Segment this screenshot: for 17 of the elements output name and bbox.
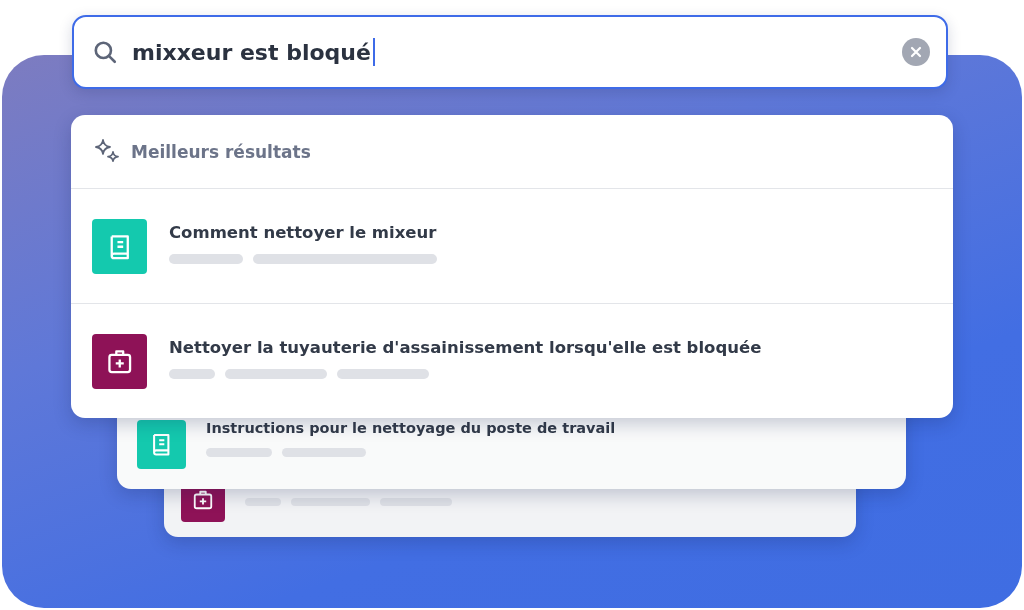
clear-button[interactable] bbox=[902, 38, 930, 66]
result-title: Instructions pour le nettoyage du poste de travail bbox=[206, 420, 616, 436]
placeholder-bar bbox=[245, 498, 281, 506]
result-title: Nettoyer la tuyauterie d'assainissement lorsqu'elle est bloquée bbox=[169, 338, 762, 357]
book-icon bbox=[137, 420, 186, 469]
search-field[interactable]: mixxeur est bloqué bbox=[72, 15, 948, 89]
book-icon bbox=[92, 219, 147, 274]
result-item[interactable]: Nettoyer la tuyauterie d'assainissement lorsqu'elle est bloquée bbox=[71, 304, 953, 419]
close-icon bbox=[910, 46, 922, 58]
section-title: Meilleurs résultats bbox=[131, 141, 311, 162]
result-title: Comment nettoyer le mixeur bbox=[169, 223, 437, 242]
result-item[interactable]: Comment nettoyer le mixeur bbox=[71, 189, 953, 304]
medical-kit-icon bbox=[92, 334, 147, 389]
placeholder-bar bbox=[206, 448, 272, 457]
placeholder-bar bbox=[169, 369, 215, 379]
text-cursor bbox=[372, 38, 375, 66]
search-icon bbox=[92, 39, 118, 65]
